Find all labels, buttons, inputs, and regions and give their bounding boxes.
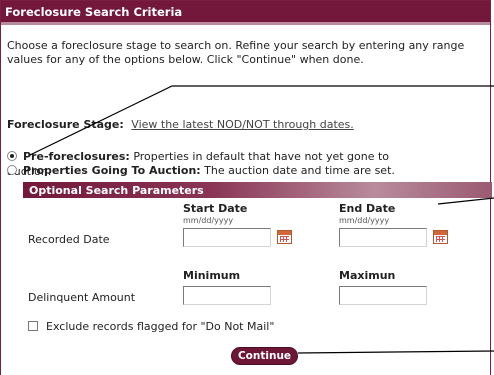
callout-line-dates [437,197,494,205]
callout-lines [29,85,494,354]
callout-line-stage [29,85,494,156]
callout-line-continue [297,350,494,354]
